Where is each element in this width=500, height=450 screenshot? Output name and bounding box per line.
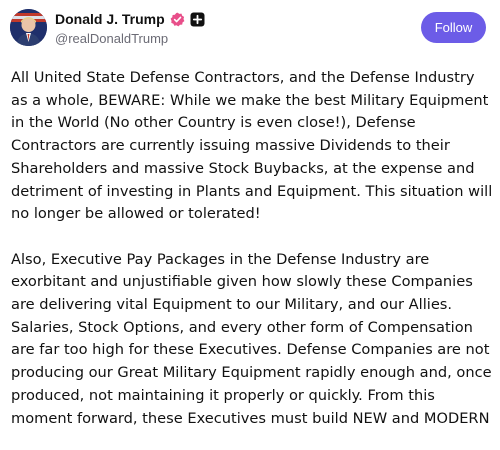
display-name[interactable]: Donald J. Trump [55,11,165,27]
plus-square-icon[interactable] [190,12,205,27]
post-body: All United State Defense Contractors, an… [11,67,493,450]
verified-badge-icon [170,12,185,27]
avatar[interactable] [10,9,47,46]
post-paragraph: All United State Defense Contractors, an… [11,69,493,223]
post-card: Donald J. Trump @realDonaldTrump Follow … [0,0,500,450]
post-header: Donald J. Trump @realDonaldTrump Follow [0,0,500,60]
user-handle[interactable]: @realDonaldTrump [55,31,168,46]
avatar-image [10,9,47,46]
follow-button[interactable]: Follow [421,12,486,43]
name-row: Donald J. Trump [55,10,205,28]
post-paragraph: Also, Executive Pay Packages in the Defe… [11,250,492,427]
